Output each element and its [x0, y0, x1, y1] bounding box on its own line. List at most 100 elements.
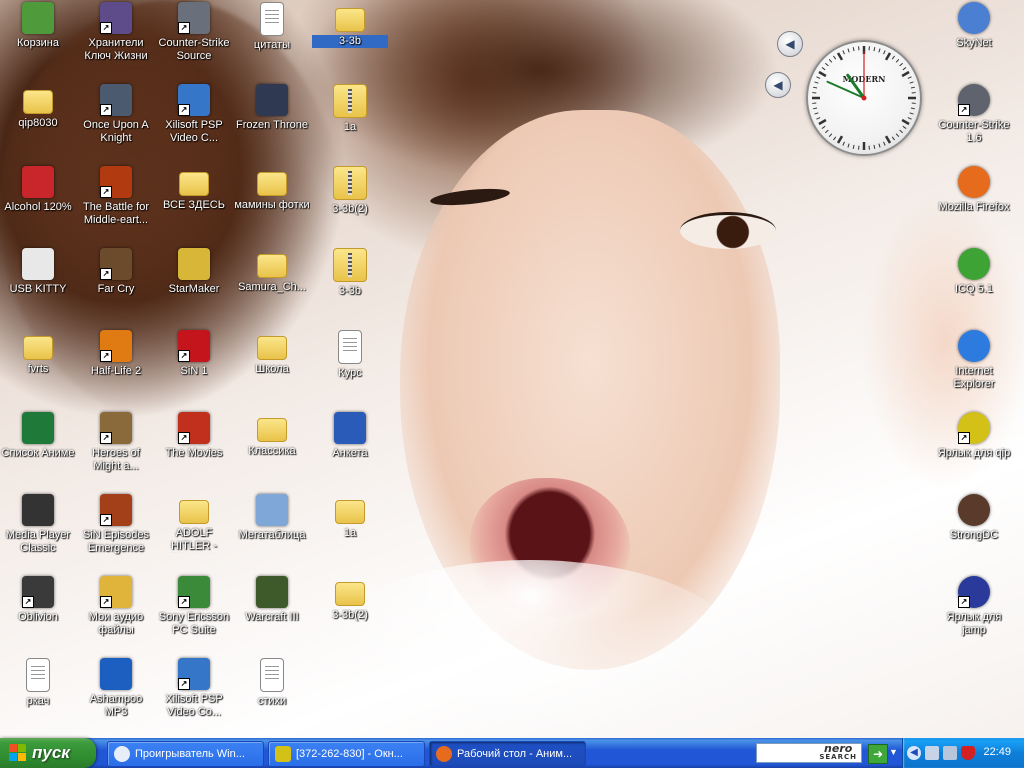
folder-icon	[23, 90, 53, 114]
desktop-icon[interactable]: ↗ Ярлык для jamp	[936, 576, 1012, 637]
desktop-icon-label: Sony Ericsson PC Suite	[158, 611, 230, 636]
sin-icon: ↗	[100, 494, 132, 526]
gadget-back-arrow-icon[interactable]: ◀	[765, 72, 791, 98]
desktop-icon[interactable]: ↗ Xilisoft PSP Video Co...	[156, 658, 232, 719]
desktop-icon[interactable]: ↗ Xilisoft PSP Video C...	[156, 84, 232, 145]
desktop-icon[interactable]: Ashampoo MP3 AudioCenter	[78, 658, 154, 719]
analog-clock-gadget[interactable]: MODERN	[806, 40, 922, 156]
folder-icon	[335, 8, 365, 32]
desktop-icon[interactable]: ↗ Far Cry	[78, 248, 154, 296]
shortcut-arrow-icon: ↗	[178, 104, 190, 116]
desktop-icon[interactable]: ADOLF HITLER - MEIN KAM...	[156, 494, 232, 553]
shortcut-arrow-icon: ↗	[178, 350, 190, 362]
desktop-icon[interactable]: ↗ The Battle for Middle-eart...	[78, 166, 154, 227]
desktop-icon[interactable]: Samura_Ch...	[234, 248, 310, 294]
search-go-button[interactable]: ➜	[868, 744, 888, 764]
desktop-icon[interactable]: ↗ SiN Episodes Emergence	[78, 494, 154, 555]
desktop-icon[interactable]: ↗ The Movies	[156, 412, 232, 460]
desktop-icon[interactable]: Warcraft III	[234, 576, 310, 624]
desktop-icon[interactable]: мамины фотки	[234, 166, 310, 212]
gadget-back-arrow-icon[interactable]: ◀	[777, 31, 803, 57]
tray-expand-arrow-icon[interactable]: ◀	[907, 746, 921, 760]
clock-tick-mark	[907, 117, 912, 120]
taskbar-button-media-player[interactable]: Проигрыватель Win...	[107, 741, 264, 767]
music-note-icon	[100, 658, 132, 690]
desktop-icon[interactable]: 3-3b(2)	[312, 576, 388, 622]
clock-tick-mark	[902, 67, 907, 71]
desktop-icon[interactable]: Список Аниме	[0, 412, 76, 460]
desktop-icon[interactable]: ВСЕ ЗДЕСЬ	[156, 166, 232, 212]
desktop-icon-label: 3-3b	[338, 285, 362, 297]
desktop-icon[interactable]: Корзина	[0, 2, 76, 50]
desktop-icon[interactable]: ↗ SiN 1	[156, 330, 232, 378]
desktop-icon[interactable]: fvrts	[0, 330, 76, 376]
desktop-icon[interactable]: 1a	[312, 494, 388, 540]
desktop-icon[interactable]: ↗ Counter-Strike Source	[156, 2, 232, 63]
nero-search-input[interactable]: nero SEARCH	[756, 743, 862, 763]
desktop-icon[interactable]: ↗ Once Upon A Knight	[78, 84, 154, 145]
taskbar-button-firefox[interactable]: Рабочий стол - Аним...	[429, 741, 586, 767]
desktop-icon[interactable]: ↗ Sony Ericsson PC Suite	[156, 576, 232, 637]
desktop-icon[interactable]: Internet Explorer	[936, 330, 1012, 391]
desktop-icon[interactable]: ркач	[0, 658, 76, 708]
desktop-icon[interactable]: ↗ Heroes of Might a...	[78, 412, 154, 473]
desktop-icon[interactable]: ↗ Counter-Strike 1.6	[936, 84, 1012, 145]
taskbar-button-label: Проигрыватель Win...	[135, 748, 245, 760]
desktop-icon-label: fvrts	[27, 363, 49, 375]
shortcut-arrow-icon: ↗	[178, 22, 190, 34]
text-document-icon	[26, 658, 50, 692]
toolbar-dropdown-icon[interactable]: ▼	[889, 747, 898, 757]
desktop-icon[interactable]: 3-3b	[312, 248, 388, 298]
desktop-icon[interactable]: Media Player Classic	[0, 494, 76, 555]
clock-tick-mark	[895, 133, 900, 137]
desktop-icon[interactable]: ↗ Half-Life 2	[78, 330, 154, 378]
desktop-icon-label: ВСЕ ЗДЕСЬ	[163, 199, 225, 211]
clock-tick-mark	[821, 125, 826, 129]
xilisoft-icon: ↗	[178, 658, 210, 690]
desktop-icon[interactable]: qip8030	[0, 84, 76, 130]
desktop-icon[interactable]: стихи	[234, 658, 310, 708]
desktop-icon[interactable]: SkyNet	[936, 2, 1012, 50]
desktop-icon[interactable]: цитаты	[234, 2, 310, 52]
clock-tick-mark	[884, 135, 892, 144]
desktop-icon[interactable]: ↗ Хранители Ключ Жизни	[78, 2, 154, 63]
heroes-icon: ↗	[100, 412, 132, 444]
security-shield-tray-icon[interactable]	[961, 746, 975, 760]
game-icon: ↗	[100, 2, 132, 34]
desktop-icon-label: Mozilla Firefox	[938, 201, 1010, 213]
desktop-icon[interactable]: 3-3b(2)	[312, 166, 388, 216]
desktop-icon[interactable]: ICQ 5.1	[936, 248, 1012, 296]
start-button[interactable]: пуск	[0, 738, 96, 768]
shortcut-arrow-icon: ↗	[178, 596, 190, 608]
desktop-icon-label: Школа	[255, 363, 289, 375]
desktop-icon[interactable]: ↗ Ярлык для qip	[936, 412, 1012, 460]
desktop-icon[interactable]: StrongDC	[936, 494, 1012, 542]
desktop-icon[interactable]: StarMaker	[156, 248, 232, 296]
desktop-icon[interactable]: ↗ Мои аудио файлы	[78, 576, 154, 637]
desktop-icon[interactable]: Курс	[312, 330, 388, 380]
nero-search-logo: nero SEARCH	[819, 743, 857, 762]
desktop-icon[interactable]: Mozilla Firefox	[936, 166, 1012, 214]
desktop-icon[interactable]: ↗ Oblivion	[0, 576, 76, 624]
desktop-icon[interactable]: Alcohol 120%	[0, 166, 76, 214]
tray-clock[interactable]: 22:49	[983, 746, 1011, 758]
clock-tick-mark	[901, 118, 910, 126]
network-tray-icon[interactable]	[943, 746, 957, 760]
desktop-icon[interactable]: Классика	[234, 412, 310, 458]
taskbar-button-qip[interactable]: [372-262-830] - Окн...	[268, 741, 425, 767]
clock-tick-mark	[828, 59, 833, 63]
desktop-icon[interactable]: Анкета	[312, 412, 388, 460]
shortcut-arrow-icon: ↗	[100, 514, 112, 526]
nero-logo-bottom: SEARCH	[819, 753, 857, 761]
desktop-icon[interactable]: Школа	[234, 330, 310, 376]
start-label: пуск	[32, 743, 70, 762]
desktop-icon[interactable]: Frozen Throne	[234, 84, 310, 132]
desktop-icon[interactable]: Мегатаблица	[234, 494, 310, 542]
media-player-icon	[22, 494, 54, 526]
clock-tick-mark	[847, 48, 850, 53]
desktop-icon[interactable]: USB KITTY	[0, 248, 76, 296]
desktop-icon[interactable]: 3-3b	[312, 2, 388, 48]
desktop-icon[interactable]: 1a	[312, 84, 388, 134]
clock-tick-mark	[909, 81, 914, 84]
network-tray-icon[interactable]	[925, 746, 939, 760]
